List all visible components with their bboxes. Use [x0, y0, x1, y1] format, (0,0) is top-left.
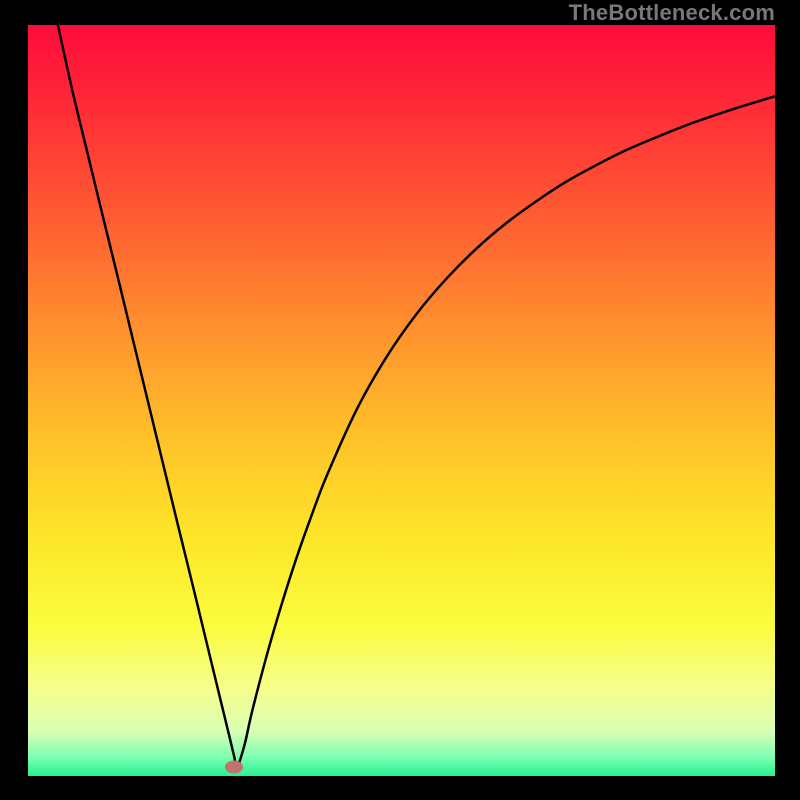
- plot-svg: [28, 25, 775, 776]
- minimum-marker: [225, 760, 243, 773]
- plot-area: [28, 25, 775, 776]
- watermark-text: TheBottleneck.com: [569, 0, 775, 26]
- chart-frame: TheBottleneck.com: [0, 0, 800, 800]
- gradient-background: [28, 25, 775, 776]
